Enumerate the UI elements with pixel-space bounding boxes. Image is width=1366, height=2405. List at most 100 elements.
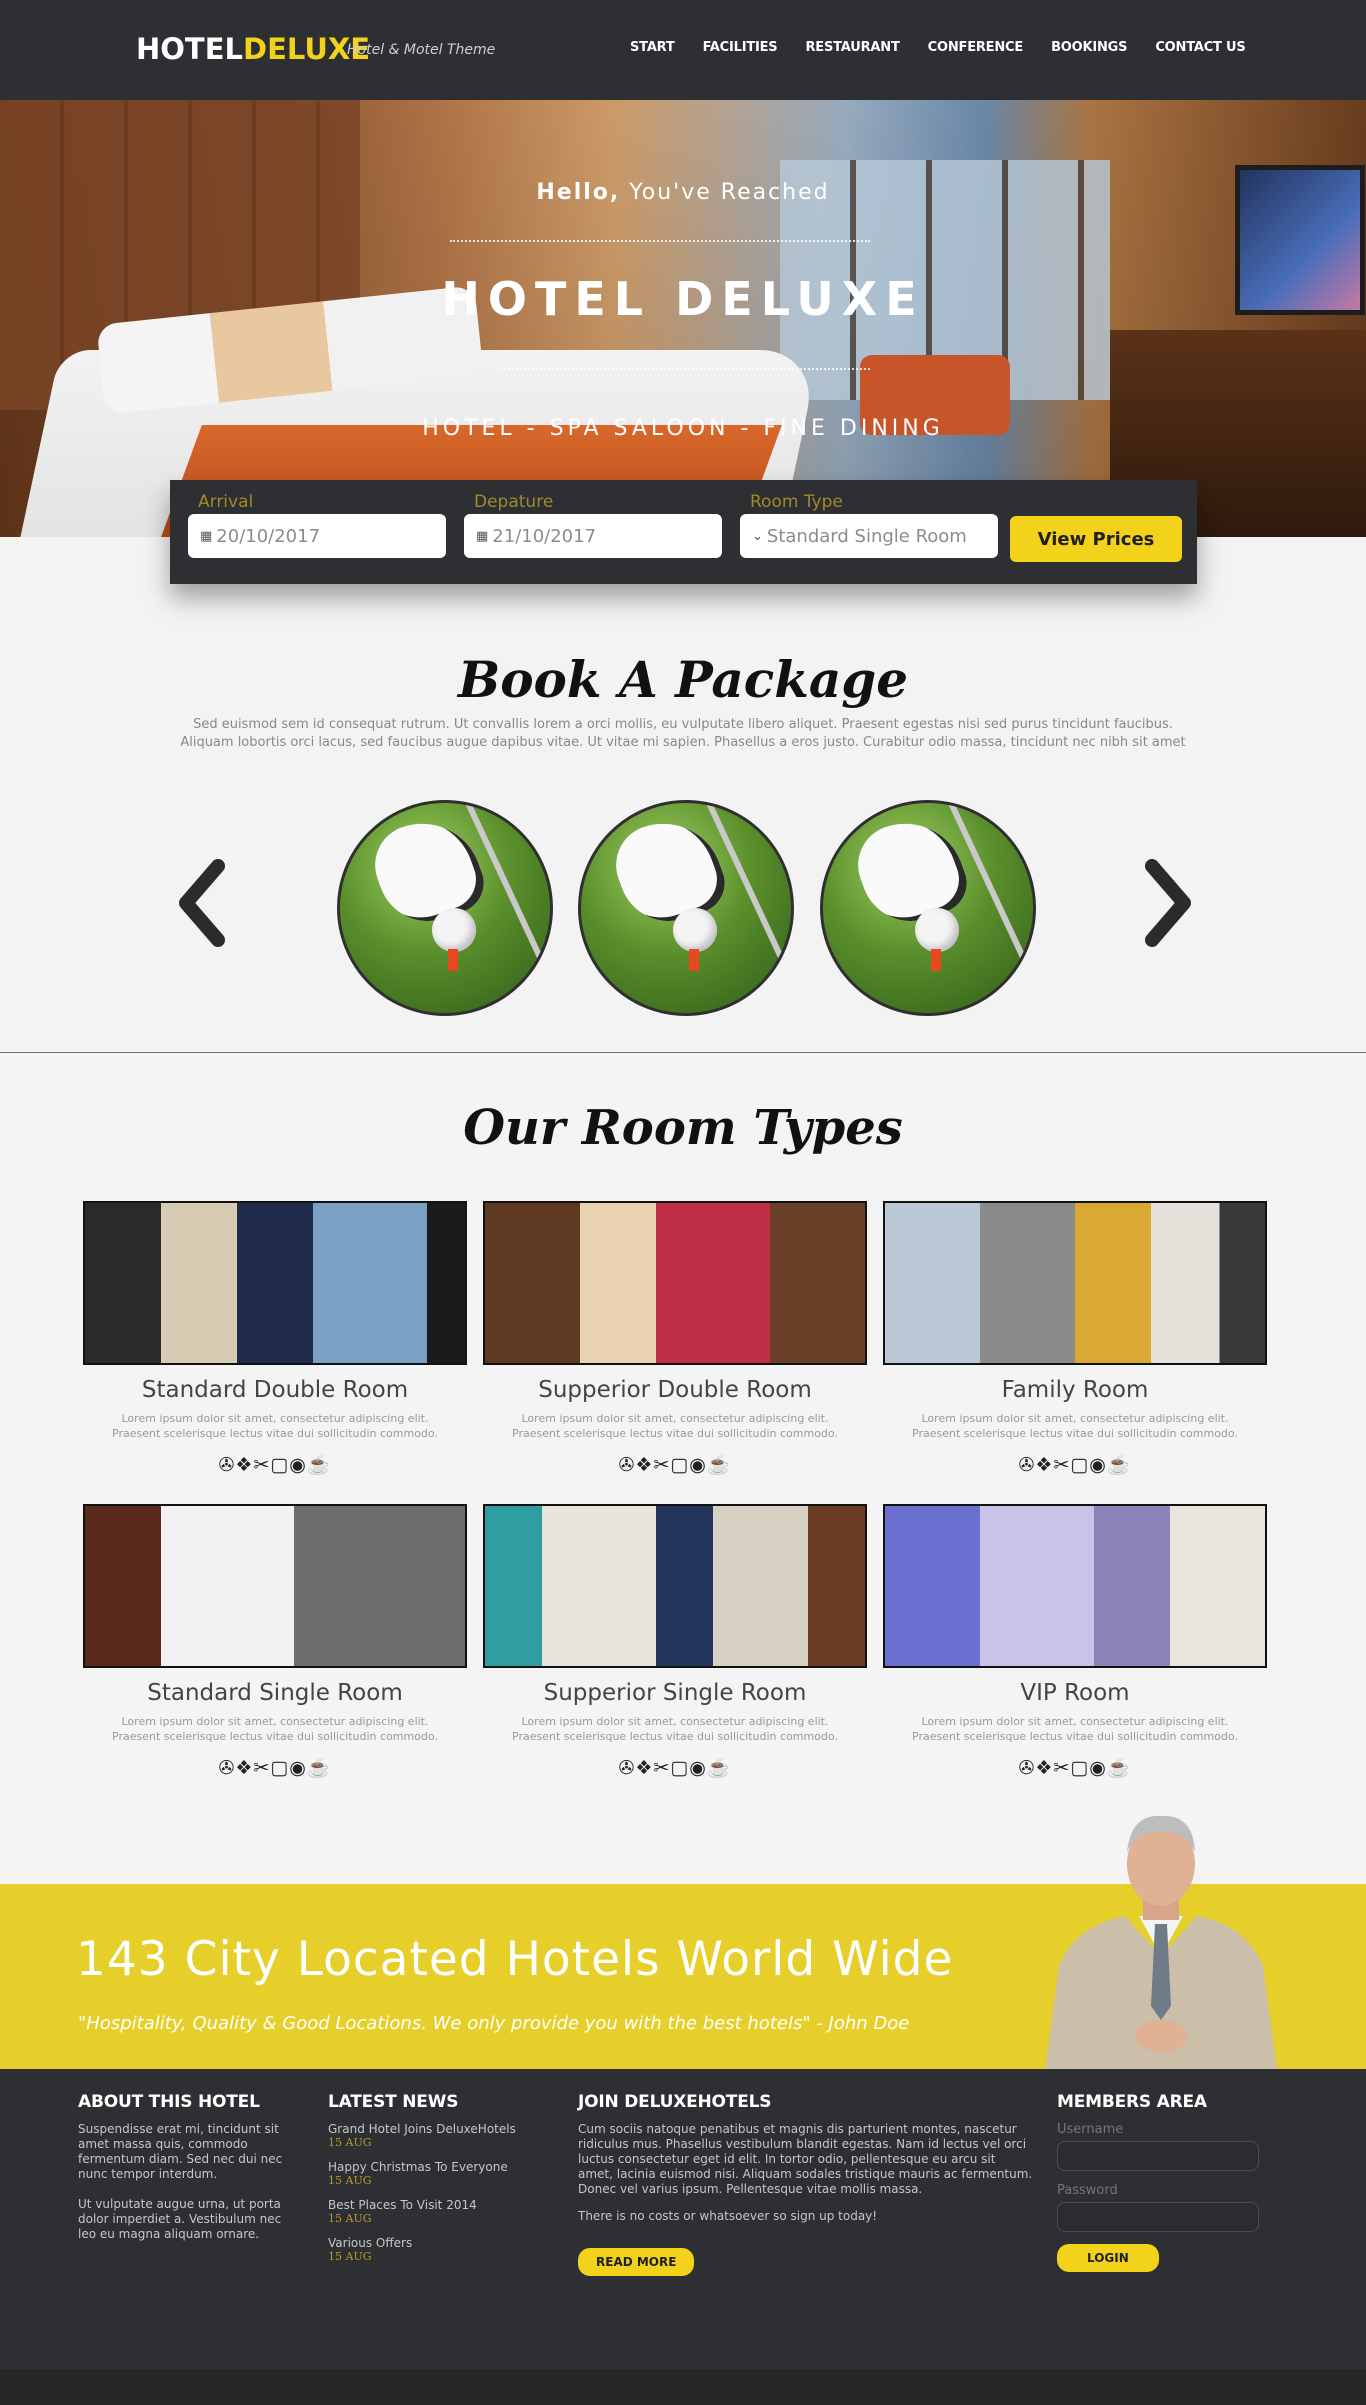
room-card[interactable]: Supperior Double Room Lorem ipsum dolor … [483, 1201, 867, 1477]
room-description: Lorem ipsum dolor sit amet, consectetur … [112, 1412, 438, 1440]
golf-tee [689, 949, 699, 971]
room-type-select[interactable]: ⌄ Standard Single Room [740, 514, 998, 558]
room-description: Lorem ipsum dolor sit amet, consectetur … [512, 1412, 838, 1440]
room-photo[interactable] [83, 1504, 467, 1668]
golf-glove [604, 806, 734, 936]
nav-conference[interactable]: CONFERENCE [928, 40, 1024, 55]
room-name[interactable]: Supperior Single Room [483, 1680, 867, 1706]
golf-tee [448, 949, 458, 971]
footer-join: JOIN DELUXEHOTELS Cum sociis natoque pen… [578, 2092, 1033, 2276]
join-paragraph: Cum sociis natoque penatibus et magnis d… [578, 2122, 1033, 2196]
departure-input[interactable]: ▦ 21/10/2017 [464, 514, 722, 558]
news-item-title[interactable]: Various Offers [328, 2236, 548, 2250]
login-button[interactable]: LOGIN [1057, 2244, 1159, 2272]
news-item-title[interactable]: Happy Christmas To Everyone [328, 2160, 548, 2174]
amenity-icons: ✇❖✂▢◉☕ [618, 1758, 732, 1779]
departure-label: Depature [474, 492, 554, 512]
arrival-input[interactable]: ▦ 20/10/2017 [188, 514, 446, 558]
logo[interactable]: HOTELDELUXE [136, 32, 370, 66]
packages-description: Sed euismod sem id consequat rutrum. Ut … [180, 717, 1186, 750]
golf-ball [432, 908, 476, 952]
nav-contact-us[interactable]: CONTACT US [1155, 40, 1245, 55]
news-title: LATEST NEWS [328, 2092, 459, 2112]
room-card[interactable]: Standard Single Room Lorem ipsum dolor s… [83, 1504, 467, 1780]
room-description: Lorem ipsum dolor sit amet, consectetur … [112, 1715, 438, 1743]
carousel-next-button[interactable] [1138, 855, 1198, 951]
nav-start[interactable]: START [630, 40, 675, 55]
nav-bookings[interactable]: BOOKINGS [1051, 40, 1127, 55]
room-name[interactable]: Standard Double Room [83, 1377, 467, 1403]
footer-members: MEMBERS AREA Username Password LOGIN [1057, 2092, 1287, 2272]
main-nav: START FACILITIES RESTAURANT CONFERENCE B… [630, 40, 1274, 55]
room-card[interactable]: Standard Double Room Lorem ipsum dolor s… [83, 1201, 467, 1477]
room-name[interactable]: Supperior Double Room [483, 1377, 867, 1403]
room-description: Lorem ipsum dolor sit amet, consectetur … [912, 1715, 1238, 1743]
package-image-golf[interactable] [820, 800, 1036, 1016]
room-name[interactable]: Standard Single Room [83, 1680, 467, 1706]
carousel-prev-button[interactable] [172, 855, 232, 951]
room-type-label: Room Type [750, 492, 843, 512]
view-prices-button[interactable]: View Prices [1010, 516, 1182, 562]
golf-ball [915, 908, 959, 952]
read-more-button[interactable]: READ MORE [578, 2248, 695, 2276]
chevron-down-icon: ⌄ [752, 528, 763, 544]
businessman-photo [1045, 1815, 1277, 2069]
news-item[interactable]: Grand Hotel Joins DeluxeHotels 15 AUG [328, 2122, 548, 2149]
package-image-golf[interactable] [337, 800, 553, 1016]
news-item-date: 15 AUG [328, 2174, 372, 2187]
room-name[interactable]: Family Room [883, 1377, 1267, 1403]
room-type-field: Room Type ⌄ Standard Single Room [740, 492, 998, 558]
amenity-icons: ✇❖✂▢◉☕ [1018, 1758, 1132, 1779]
news-item-date: 15 AUG [328, 2250, 372, 2263]
password-label: Password [1057, 2183, 1118, 2198]
golf-glove [846, 806, 976, 936]
footer-about: ABOUT THIS HOTEL Suspendisse erat mi, ti… [78, 2092, 288, 2242]
logo-part1: HOTEL [136, 32, 243, 66]
amenity-icons: ✇❖✂▢◉☕ [218, 1455, 332, 1476]
hero-subtitle: HOTEL - SPA SALOON - FINE DINING [422, 416, 944, 441]
room-photo[interactable] [883, 1201, 1267, 1365]
packages-title: Book A Package [457, 650, 909, 709]
chevron-left-icon [179, 859, 225, 947]
booking-form: Arrival ▦ 20/10/2017 Depature ▦ 21/10/2017… [170, 480, 1197, 584]
room-photo[interactable] [883, 1504, 1267, 1668]
news-item[interactable]: Best Places To Visit 2014 15 AUG [328, 2198, 548, 2225]
news-item-date: 15 AUG [328, 2212, 372, 2225]
username-input[interactable] [1057, 2141, 1259, 2171]
password-input[interactable] [1057, 2202, 1259, 2232]
room-photo[interactable] [83, 1201, 467, 1365]
news-item[interactable]: Various Offers 15 AUG [328, 2236, 548, 2263]
join-title: JOIN DELUXEHOTELS [578, 2092, 772, 2112]
golf-tee [931, 949, 941, 971]
nav-restaurant[interactable]: RESTAURANT [805, 40, 899, 55]
join-cta-text: There is no costs or whatsoever so sign … [578, 2209, 878, 2223]
news-item-date: 15 AUG [328, 2136, 372, 2149]
news-item-title[interactable]: Grand Hotel Joins DeluxeHotels [328, 2122, 548, 2136]
room-photo[interactable] [483, 1201, 867, 1365]
username-label: Username [1057, 2122, 1124, 2137]
banner-title: 143 City Located Hotels World Wide [76, 1932, 954, 1987]
footer-bottom-bar [0, 2369, 1366, 2405]
nav-facilities[interactable]: FACILITIES [703, 40, 778, 55]
arrival-field: Arrival ▦ 20/10/2017 [188, 492, 446, 558]
rooms-title: Our Room Types [463, 1100, 903, 1156]
golf-glove [363, 806, 493, 936]
hero-hello: Hello, You've Reached [536, 180, 830, 205]
golf-ball [673, 908, 717, 952]
footer-news: LATEST NEWS Grand Hotel Joins DeluxeHote… [328, 2092, 548, 2274]
room-name[interactable]: VIP Room [883, 1680, 1267, 1706]
about-title: ABOUT THIS HOTEL [78, 2092, 260, 2112]
news-item-title[interactable]: Best Places To Visit 2014 [328, 2198, 548, 2212]
room-card[interactable]: Supperior Single Room Lorem ipsum dolor … [483, 1504, 867, 1780]
amenity-icons: ✇❖✂▢◉☕ [618, 1455, 732, 1476]
about-paragraph-1: Suspendisse erat mi, tincidunt sit amet … [78, 2122, 283, 2181]
arrival-label: Arrival [198, 492, 254, 512]
news-item[interactable]: Happy Christmas To Everyone 15 AUG [328, 2160, 548, 2187]
room-card[interactable]: Family Room Lorem ipsum dolor sit amet, … [883, 1201, 1267, 1477]
room-photo[interactable] [483, 1504, 867, 1668]
departure-field: Depature ▦ 21/10/2017 [464, 492, 722, 558]
amenity-icons: ✇❖✂▢◉☕ [218, 1758, 332, 1779]
room-description: Lorem ipsum dolor sit amet, consectetur … [912, 1412, 1238, 1440]
room-card[interactable]: VIP Room Lorem ipsum dolor sit amet, con… [883, 1504, 1267, 1780]
package-image-golf[interactable] [578, 800, 794, 1016]
